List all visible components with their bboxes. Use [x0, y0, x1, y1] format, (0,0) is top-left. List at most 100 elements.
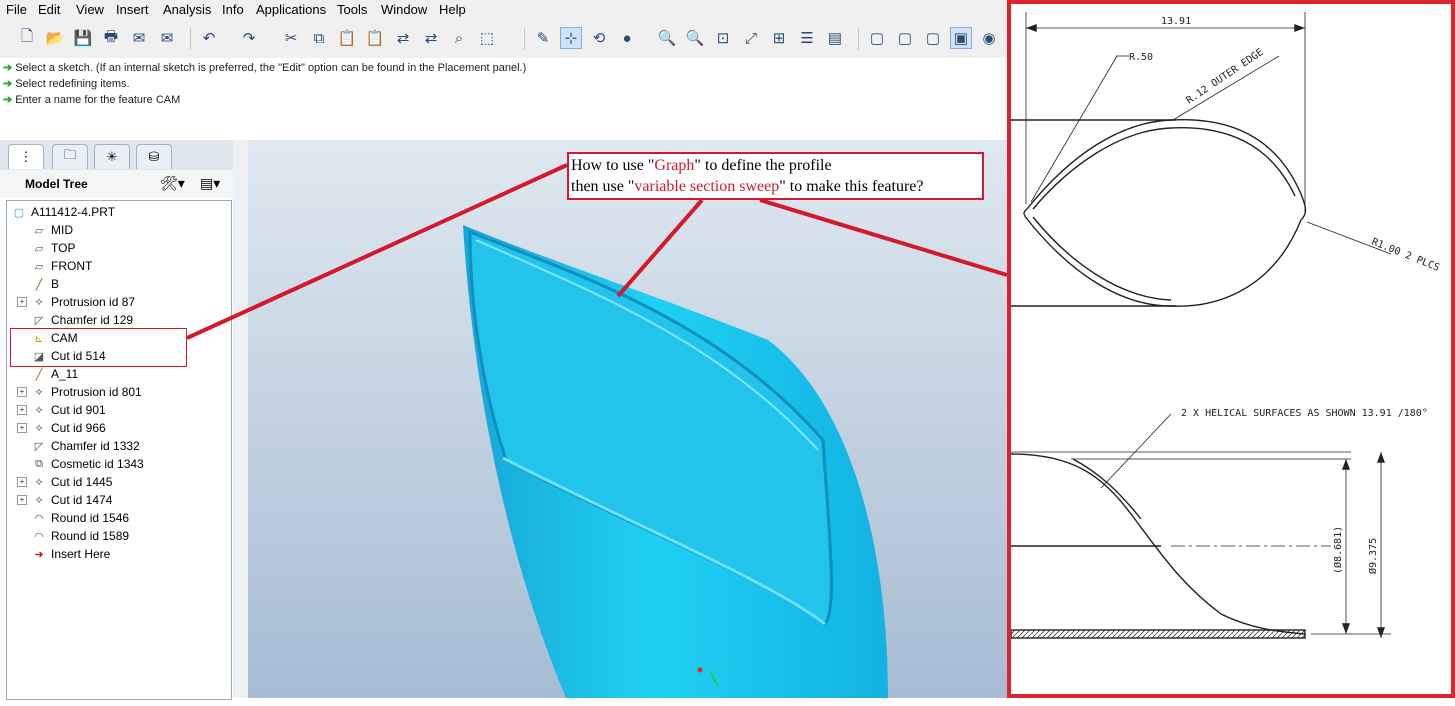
tab-folder-browser[interactable]: 🗀 [52, 144, 88, 169]
no-hidden-icon[interactable]: ▢ [922, 27, 944, 49]
send-mail-icon[interactable]: ✉ [128, 27, 150, 49]
graphics-window[interactable] [248, 140, 1007, 698]
tab-connections[interactable]: ⛁ [136, 144, 172, 169]
cut-icon: ⟡ [35, 475, 43, 488]
tree-item[interactable]: ▱ TOP [31, 239, 76, 257]
wireframe-icon[interactable]: ▢ [866, 27, 888, 49]
tree-item[interactable]: ⟡ Protrusion id 87 [31, 293, 135, 311]
message-line: ➔ Enter a name for the feature CAM [3, 94, 181, 106]
tab-model-tree[interactable]: ⋮ [8, 144, 44, 169]
tree-root[interactable]: ▢ A111412-4.PRT [11, 203, 115, 221]
main-toolbar: 🗋 📂 💾 🖶 ✉ ✉ ↶ ↷ ✂ ⧉ 📋 📋 ⇄ ⇄ ⌕ ⬚ ✎ ⊹ ⟲ ● … [0, 20, 1007, 59]
regenerate-icon[interactable]: ⇄ [392, 27, 414, 49]
menu-info[interactable]: Info [222, 2, 244, 17]
tree-item[interactable]: ▱ MID [31, 221, 73, 239]
redo-icon[interactable]: ↷ [238, 27, 260, 49]
datum-plane-icon: ▱ [34, 260, 44, 273]
tree-item[interactable]: ⧉ Cosmetic id 1343 [31, 455, 144, 473]
tree-item[interactable]: ╱ B [31, 275, 59, 293]
dim-dia: Ø9.375 [1367, 538, 1379, 574]
paste-icon[interactable]: 📋 [336, 27, 358, 49]
print-icon[interactable]: 🖶 [100, 27, 122, 49]
menu-bar: File Edit View Insert Analysis Info Applicatio… [0, 0, 1007, 20]
zoom-out-icon[interactable]: 🔍 [684, 27, 706, 49]
chamfer-icon: ◸ [34, 440, 44, 453]
menu-tools[interactable]: Tools [337, 2, 367, 17]
layers-icon[interactable]: ☰ [796, 27, 818, 49]
datum-axis-icon: ╱ [35, 368, 43, 381]
cut-icon: ⟡ [35, 493, 43, 506]
datum-axis-icon: ╱ [35, 278, 43, 291]
save-icon[interactable]: 💾 [72, 27, 94, 49]
regenerate-manager-icon[interactable]: ⇄ [420, 27, 442, 49]
tree-item[interactable]: ◸ Chamfer id 129 [31, 311, 133, 329]
tree-item[interactable]: ╱ A_11 [31, 365, 78, 383]
zoom-in-icon[interactable]: 🔍 [656, 27, 678, 49]
reference-drawing: 13.91 R.50 R.12 OUTER EDGE R1.00 2 PLCS … [1007, 0, 1455, 698]
expand-icon[interactable]: + [17, 495, 27, 505]
cut-icon[interactable]: ✂ [280, 27, 302, 49]
copy-icon[interactable]: ⧉ [308, 27, 330, 49]
chamfer-icon: ◸ [34, 314, 44, 327]
menu-insert[interactable]: Insert [116, 2, 149, 17]
tree-item[interactable]: ➜ Insert Here [31, 545, 110, 563]
expand-icon[interactable]: + [17, 297, 27, 307]
reorient-icon[interactable]: ⤢ [740, 27, 762, 49]
insert-arrow-icon: ➜ [34, 548, 44, 561]
open-folder-icon[interactable]: 📂 [44, 27, 66, 49]
menu-file[interactable]: File [6, 2, 27, 17]
panel-splitter[interactable] [233, 140, 248, 698]
cut-icon: ⟡ [35, 421, 43, 434]
datum-display-icon[interactable]: ⊹ [560, 27, 582, 49]
tree-settings-icon[interactable]: 🛠▾ [160, 175, 185, 192]
menu-window[interactable]: Window [381, 2, 427, 17]
enhanced-realism-icon[interactable]: ◉ [978, 27, 1000, 49]
shading-icon[interactable]: ▣ [950, 27, 972, 49]
menu-view[interactable]: View [76, 2, 104, 17]
highlight-box [10, 328, 187, 367]
tree-item[interactable]: ▱ FRONT [31, 257, 93, 275]
tab-favorites[interactable]: ✳ [94, 144, 130, 169]
sketch-icon[interactable]: ✎ [532, 27, 554, 49]
tree-item[interactable]: ◸ Chamfer id 1332 [31, 437, 140, 455]
refit-icon[interactable]: ⊡ [712, 27, 734, 49]
tree-item[interactable]: ⟡ Cut id 1474 [31, 491, 112, 509]
tree-item[interactable]: ⟡ Cut id 901 [31, 401, 105, 419]
note-helical: 2 X HELICAL SURFACES AS SHOWN 13.91 /180… [1181, 408, 1428, 419]
menu-analysis[interactable]: Analysis [163, 2, 211, 17]
expand-icon[interactable]: + [17, 477, 27, 487]
select-box-icon[interactable]: ⬚ [476, 27, 498, 49]
shading-sphere-icon[interactable]: ● [616, 27, 638, 49]
expand-icon[interactable]: + [17, 405, 27, 415]
menu-help[interactable]: Help [439, 2, 466, 17]
callout-highlight: Graph [654, 157, 695, 174]
section-view [1011, 12, 1392, 307]
menu-edit[interactable]: Edit [38, 2, 60, 17]
question-callout: How to use "Graph" to define the profile… [567, 152, 984, 200]
model-tree-icon: ⋮ [19, 149, 33, 164]
undo-icon[interactable]: ↶ [198, 27, 220, 49]
view-manager-icon[interactable]: ▤ [824, 27, 846, 49]
model-tree-title: Model Tree [25, 177, 88, 191]
tree-item[interactable]: ◠ Round id 1589 [31, 527, 129, 545]
cut-icon: ⟡ [35, 403, 43, 416]
tree-item[interactable]: ⟡ Protrusion id 801 [31, 383, 141, 401]
hidden-line-icon[interactable]: ▢ [894, 27, 916, 49]
menu-applications[interactable]: Applications [256, 2, 326, 17]
saved-views-icon[interactable]: ⊞ [768, 27, 790, 49]
spin-center-icon[interactable]: ⟲ [588, 27, 610, 49]
expand-icon[interactable]: + [17, 387, 27, 397]
tree-item[interactable]: ⟡ Cut id 966 [31, 419, 105, 437]
tree-item[interactable]: ⟡ Cut id 1445 [31, 473, 112, 491]
paste-special-icon[interactable]: 📋 [364, 27, 386, 49]
protrusion-icon: ⟡ [35, 295, 43, 308]
navigator-tabs: ⋮ 🗀 ✳ ⛁ [0, 140, 248, 170]
part-model [463, 225, 888, 698]
new-file-icon[interactable]: 🗋 [16, 27, 38, 49]
tree-item[interactable]: ◠ Round id 1546 [31, 509, 129, 527]
send-attach-icon[interactable]: ✉ [156, 27, 178, 49]
tree-show-icon[interactable]: ▤▾ [200, 175, 220, 192]
message-line: ➔ Select a sketch. (If an internal sketch… [3, 62, 527, 74]
expand-icon[interactable]: + [17, 423, 27, 433]
find-icon[interactable]: ⌕ [448, 27, 470, 49]
